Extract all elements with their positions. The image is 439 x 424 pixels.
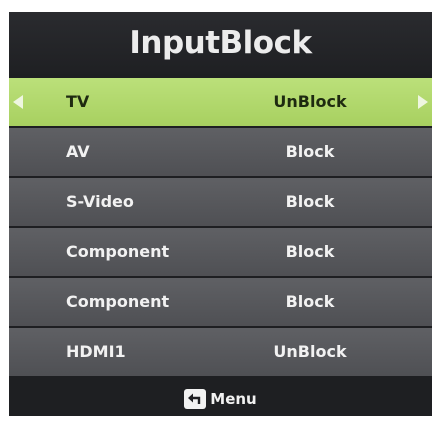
row-value[interactable]: UnBlock	[255, 78, 365, 126]
row-value[interactable]: Block	[255, 128, 365, 176]
row-label: AV	[66, 142, 90, 161]
title-bar: InputBlock	[9, 12, 432, 74]
row-label: Component	[66, 242, 170, 261]
row-label: TV	[66, 92, 90, 111]
row-label: Component	[66, 292, 170, 311]
left-arrow-icon[interactable]	[13, 95, 23, 109]
row-value[interactable]: Block	[255, 178, 365, 226]
row-value[interactable]: Block	[255, 278, 365, 326]
menu-label[interactable]: Menu	[210, 390, 256, 408]
menu-row-tv[interactable]: TV UnBlock	[9, 78, 432, 126]
footer-bar: Menu	[9, 382, 432, 416]
row-value[interactable]: Block	[255, 228, 365, 276]
menu-row-component-2[interactable]: Component Block	[9, 278, 432, 326]
right-arrow-icon[interactable]	[418, 95, 428, 109]
menu-row-s-video[interactable]: S-Video Block	[9, 178, 432, 226]
return-arrow-icon[interactable]	[184, 389, 207, 409]
menu-row-component-1[interactable]: Component Block	[9, 228, 432, 276]
menu-title: InputBlock	[129, 25, 312, 61]
menu-rows: TV UnBlock AV Block S-Video Block Compon…	[9, 78, 432, 378]
row-label: HDMI1	[66, 342, 126, 361]
menu-row-hdmi1[interactable]: HDMI1 UnBlock	[9, 328, 432, 376]
menu-row-av[interactable]: AV Block	[9, 128, 432, 176]
row-label: S-Video	[66, 192, 134, 211]
input-block-menu: InputBlock TV UnBlock AV Block S-Video B…	[9, 12, 432, 416]
row-value[interactable]: UnBlock	[255, 328, 365, 376]
